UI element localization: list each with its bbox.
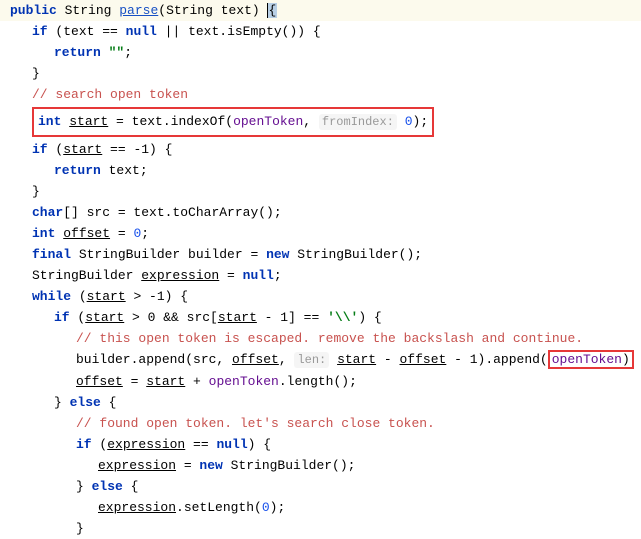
code-line[interactable]: } else { [0, 476, 641, 497]
variable-start: start [337, 352, 376, 367]
code-line[interactable]: return text; [0, 160, 641, 181]
keyword-int: int [38, 114, 61, 129]
char-literal: '\\' [327, 310, 358, 325]
keyword-char: char [32, 205, 63, 220]
keyword-while: while [32, 289, 71, 304]
highlighted-statement-2[interactable]: builder.append(src, offset, len: start -… [0, 349, 641, 371]
variable-expression: expression [98, 500, 176, 515]
code-line[interactable]: if (start == -1) { [0, 139, 641, 160]
comment-line[interactable]: // this open token is escaped. remove th… [0, 328, 641, 349]
field-openToken: openToken [233, 114, 303, 129]
variable-start: start [146, 374, 185, 389]
keyword-if: if [54, 310, 70, 325]
code-line[interactable]: char[] src = text.toCharArray(); [0, 202, 641, 223]
code-line[interactable]: offset = start + openToken.length(); [0, 371, 641, 392]
code-line[interactable]: } [0, 181, 641, 202]
comment-line[interactable]: // found open token. let's search close … [0, 413, 641, 434]
keyword-else: else [70, 395, 101, 410]
method-signature-line[interactable]: public String parse(String text) { [0, 0, 641, 21]
parameter-hint: len: [294, 352, 329, 368]
keyword-null: null [243, 268, 274, 283]
code-editor[interactable]: public String parse(String text) { if (t… [0, 0, 641, 539]
code-line[interactable]: if (text == null || text.isEmpty()) { [0, 21, 641, 42]
code-line[interactable]: } [0, 518, 641, 539]
code-line[interactable]: final StringBuilder builder = new String… [0, 244, 641, 265]
code-line[interactable]: expression.setLength(0); [0, 497, 641, 518]
code-line[interactable]: if (expression == null) { [0, 434, 641, 455]
comment-text: // found open token. let's search close … [76, 416, 435, 431]
variable-expression: expression [98, 458, 176, 473]
code-line[interactable]: int offset = 0; [0, 223, 641, 244]
variable-offset: offset [76, 374, 123, 389]
keyword-null: null [216, 437, 247, 452]
parameter-hint: fromIndex: [319, 114, 397, 130]
comment-text: // this open token is escaped. remove th… [76, 331, 583, 346]
param-type: String [166, 3, 213, 18]
keyword-new: new [266, 247, 289, 262]
keyword-if: if [76, 437, 92, 452]
keyword-null: null [126, 24, 157, 39]
keyword-new: new [199, 458, 222, 473]
variable-offset: offset [63, 226, 110, 241]
keyword-return: return [54, 45, 101, 60]
code-line[interactable]: } [0, 63, 641, 84]
variable-expression: expression [141, 268, 219, 283]
number-literal: 0 [405, 114, 413, 129]
code-line[interactable]: } else { [0, 392, 641, 413]
code-line[interactable]: while (start > -1) { [0, 286, 641, 307]
keyword-if: if [32, 24, 48, 39]
param-name: text [221, 3, 252, 18]
variable-start: start [218, 310, 257, 325]
string-literal: "" [109, 45, 125, 60]
variable-start: start [85, 310, 124, 325]
comment-line[interactable]: // search open token [0, 84, 641, 105]
method-name[interactable]: parse [119, 3, 158, 18]
code-line[interactable]: return ""; [0, 42, 641, 63]
code-line[interactable]: expression = new StringBuilder(); [0, 455, 641, 476]
variable-offset: offset [232, 352, 279, 367]
cursor-position[interactable]: { [268, 3, 278, 18]
keyword-else: else [92, 479, 123, 494]
comment-text: // search open token [32, 87, 188, 102]
field-openToken: openToken [552, 352, 622, 367]
variable-start: start [87, 289, 126, 304]
keyword-public: public [10, 3, 57, 18]
code-line[interactable]: StringBuilder expression = null; [0, 265, 641, 286]
keyword-if: if [32, 142, 48, 157]
variable-expression: expression [107, 437, 185, 452]
variable-offset: offset [400, 352, 447, 367]
red-highlight-box: openToken) [548, 350, 634, 369]
keyword-final: final [32, 247, 71, 262]
keyword-return: return [54, 163, 101, 178]
return-type: String [65, 3, 112, 18]
highlighted-statement-1[interactable]: int start = text.indexOf(openToken, from… [0, 105, 641, 139]
variable-start: start [63, 142, 102, 157]
variable-start: start [69, 114, 108, 129]
number-literal: 0 [262, 500, 270, 515]
keyword-int: int [32, 226, 55, 241]
code-line[interactable]: if (start > 0 && src[start - 1] == '\\')… [0, 307, 641, 328]
field-openToken: openToken [209, 374, 279, 389]
red-highlight-box: int start = text.indexOf(openToken, from… [32, 107, 434, 137]
